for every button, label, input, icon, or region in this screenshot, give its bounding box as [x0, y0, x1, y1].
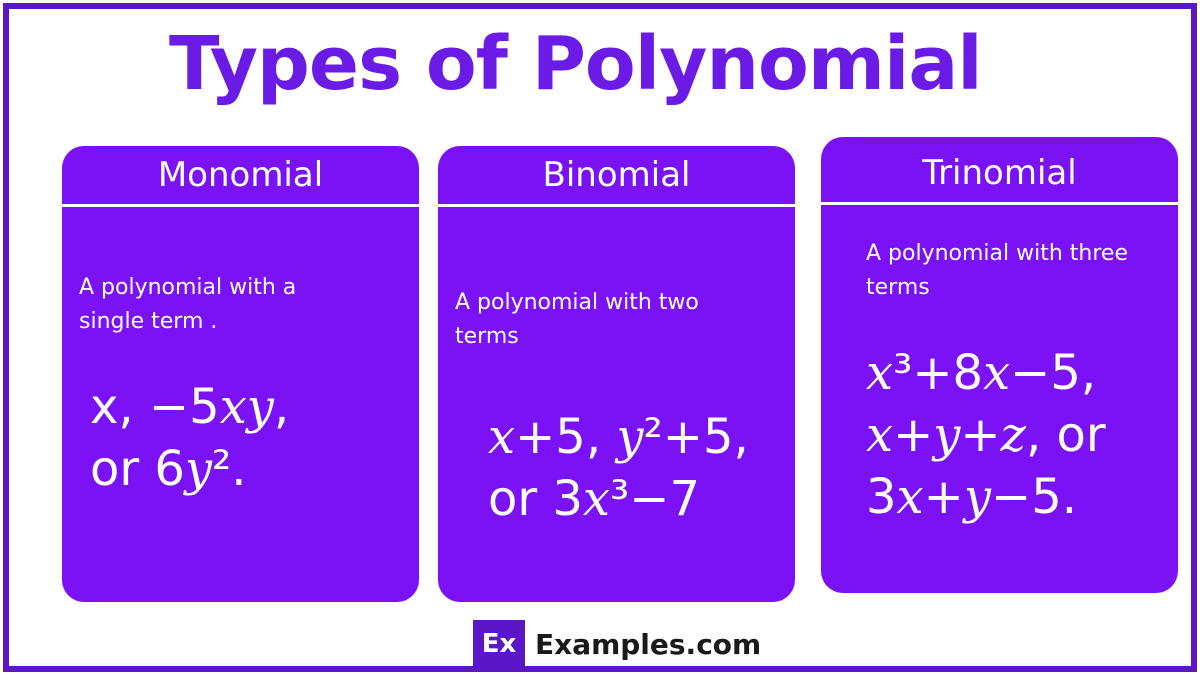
formula-line: or 3x³−7 — [488, 468, 749, 530]
math-variable: x — [488, 409, 516, 465]
card-monomial: Monomial A polynomial with a single term… — [62, 146, 419, 602]
formula-line: 3x+y−5. — [866, 466, 1106, 528]
card-header: Binomial — [438, 146, 795, 207]
math-variable: y — [616, 409, 644, 465]
card-formula: x+5, y²+5, or 3x³−7 — [488, 406, 749, 530]
brand-badge: Ex — [473, 620, 525, 668]
math-text: , — [273, 379, 290, 435]
card-description: A polynomial with a single term . — [79, 275, 297, 334]
math-text: + — [923, 469, 964, 525]
math-text: + — [960, 407, 1001, 463]
formula-line: x, −5xy, — [90, 376, 289, 438]
math-variable: y — [184, 441, 213, 497]
brand-logo[interactable]: Ex Examples.com — [473, 620, 761, 668]
math-variable: x — [582, 471, 610, 527]
math-text: x, −5 — [90, 379, 220, 435]
math-text: −5. — [990, 469, 1077, 525]
formula-line: x+y+z, or — [866, 404, 1106, 466]
math-text: ². — [212, 441, 247, 497]
math-variable: x — [866, 345, 894, 401]
math-variable: x — [896, 469, 924, 525]
math-text: or 6 — [90, 441, 185, 497]
card-heading: Trinomial — [922, 153, 1077, 193]
card-heading: Monomial — [157, 155, 324, 195]
math-text: ³−7 — [609, 471, 700, 527]
brand-name: Examples.com — [535, 627, 762, 661]
math-text: −5, — [1010, 345, 1097, 401]
card-header: Monomial — [62, 146, 419, 207]
card-description: A polynomial with three terms — [866, 241, 1129, 300]
math-variable: x — [983, 345, 1011, 401]
math-text: + — [893, 407, 934, 463]
math-text: ³+8 — [893, 345, 984, 401]
math-variable: y — [933, 407, 961, 463]
card-description: A polynomial with two terms — [455, 290, 699, 349]
math-variable: xy — [219, 379, 274, 435]
card-header: Trinomial — [821, 137, 1178, 205]
card-binomial: Binomial A polynomial with two terms x+5… — [438, 146, 795, 602]
math-variable: y — [963, 469, 991, 525]
page-frame: Types of Polynomial Monomial A polynomia… — [3, 3, 1197, 672]
formula-line: x³+8x−5, — [866, 342, 1106, 404]
math-text: +5, — [515, 409, 617, 465]
card-trinomial: Trinomial A polynomial with three terms … — [821, 137, 1178, 593]
math-text: or 3 — [488, 471, 583, 527]
page-title: Types of Polynomial — [169, 21, 983, 107]
card-formula: x, −5xy, or 6y². — [90, 376, 289, 500]
math-variable: z — [1000, 407, 1026, 463]
math-text: 3 — [866, 469, 897, 525]
formula-line: or 6y². — [90, 438, 289, 500]
math-variable: x — [866, 407, 894, 463]
formula-line: x+5, y²+5, — [488, 406, 749, 468]
math-text: , or — [1025, 407, 1106, 463]
card-formula: x³+8x−5, x+y+z, or 3x+y−5. — [866, 342, 1106, 528]
card-heading: Binomial — [542, 155, 691, 195]
math-text: ²+5, — [643, 409, 749, 465]
